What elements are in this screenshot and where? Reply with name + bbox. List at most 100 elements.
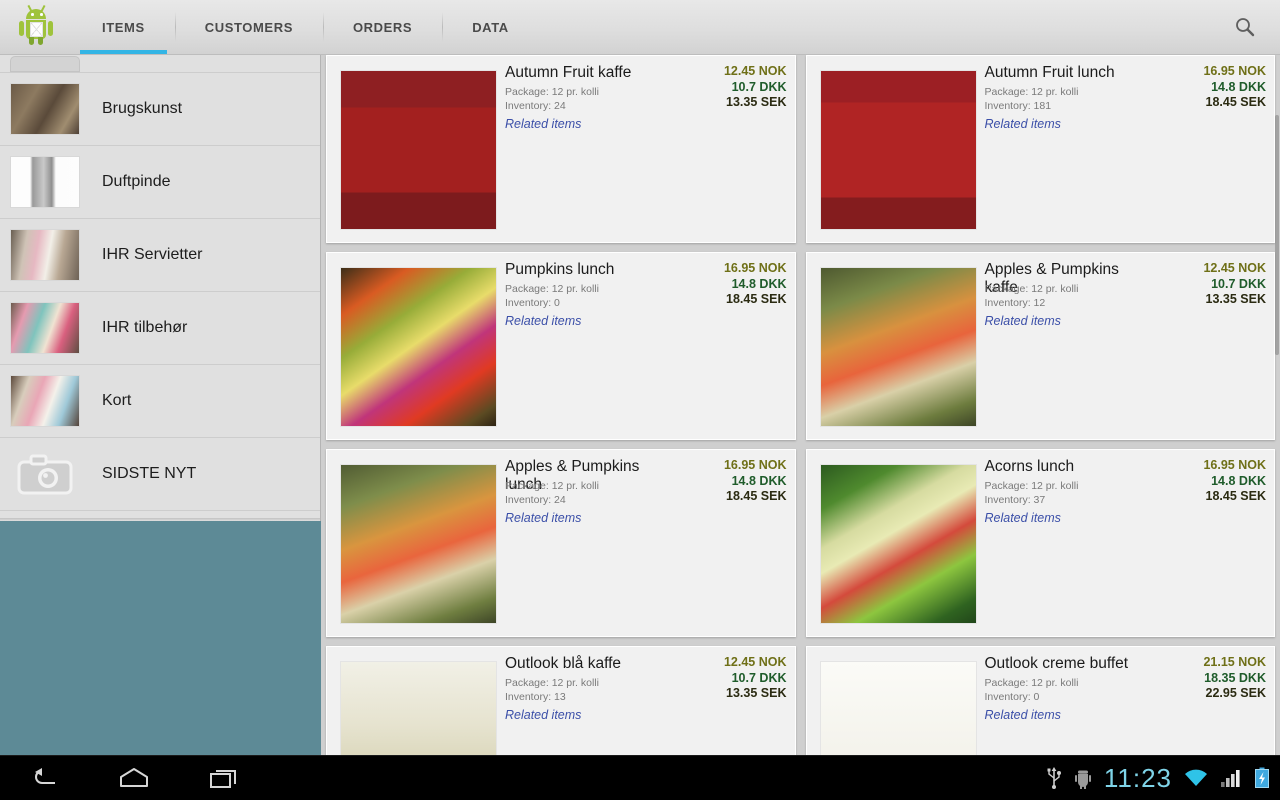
sidebar-item-ihr-servietter[interactable]: IHR Servietter (0, 219, 320, 292)
product-details: Apples & Pumpkins lunch Package: 12 pr. … (497, 450, 795, 636)
action-bar: ITEMS CUSTOMERS ORDERS DATA (0, 0, 1280, 55)
navigation-buttons (0, 762, 244, 794)
product-meta: Package: 12 pr. kolli Inventory: 24 (505, 479, 599, 507)
tab-items[interactable]: ITEMS (72, 0, 175, 54)
price-dkk: 10.7 DKK (1211, 276, 1266, 291)
usb-icon (1046, 766, 1062, 790)
battery-charging-icon (1254, 767, 1270, 789)
list-item-partial[interactable] (0, 55, 320, 73)
product-inventory: Inventory: 37 (984, 494, 1046, 506)
product-title: Autumn Fruit kaffe (505, 64, 632, 81)
product-inventory: Inventory: 13 (505, 691, 566, 703)
related-items-link[interactable]: Related items (985, 117, 1061, 131)
category-thumbnail (10, 56, 80, 72)
product-image (340, 267, 497, 427)
related-items-link[interactable]: Related items (505, 511, 581, 525)
product-prices: 16.95 NOK 14.8 DKK 18.45 SEK (724, 458, 787, 505)
tab-orders[interactable]: ORDERS (322, 0, 442, 54)
sidebar-item-label: IHR Servietter (102, 246, 203, 263)
product-details: Autumn Fruit lunch Package: 12 pr. kolli… (977, 56, 1275, 242)
vertical-scrollbar[interactable] (1275, 115, 1279, 355)
related-items-link[interactable]: Related items (985, 708, 1061, 722)
product-card-outlook-creme-buffet[interactable]: Outlook creme buffet Package: 12 pr. kol… (805, 646, 1275, 755)
product-image (819, 661, 977, 755)
product-package: Package: 12 pr. kolli (505, 86, 599, 98)
product-card-pumpkins-lunch[interactable]: Pumpkins lunch Package: 12 pr. kolli Inv… (326, 252, 796, 440)
price-dkk: 14.8 DKK (1211, 473, 1266, 488)
status-clock: 11:23 (1103, 762, 1172, 793)
price-nok: 12.45 NOK (723, 64, 787, 78)
product-inventory: Inventory: 0 (984, 691, 1040, 703)
product-grid: Autumn Fruit kaffe Package: 12 pr. kolli… (321, 55, 1280, 755)
duftpinde-thumbnail (10, 156, 80, 208)
system-navigation-bar: 11:23 (0, 755, 1280, 800)
grid-scroll-container[interactable]: Autumn Fruit kaffe Package: 12 pr. kolli… (321, 55, 1280, 755)
grid-row: Outlook blå kaffe Package: 12 pr. kolli … (321, 646, 1280, 755)
product-meta: Package: 12 pr. kolli Inventory: 0 (505, 282, 599, 310)
product-image (819, 70, 977, 230)
price-nok: 12.45 NOK (723, 655, 787, 669)
tab-data-label: DATA (472, 19, 509, 35)
tab-customers[interactable]: CUSTOMERS (174, 0, 323, 54)
product-details: Outlook creme buffet Package: 12 pr. kol… (977, 647, 1275, 755)
sidebar-item-duftpinde[interactable]: Duftpinde (0, 146, 320, 219)
status-icons: 11:23 (1046, 763, 1280, 794)
related-items-link[interactable]: Related items (985, 511, 1061, 525)
related-items-link[interactable]: Related items (985, 314, 1061, 328)
recent-apps-icon (210, 770, 236, 788)
sidebar-item-kort[interactable]: Kort (0, 365, 320, 438)
product-card-apples-pumpkins-kaffe[interactable]: Apples & Pumpkins kaffe Package: 12 pr. … (805, 252, 1275, 440)
product-card-outlook-bla-kaffe[interactable]: Outlook blå kaffe Package: 12 pr. kolli … (326, 646, 796, 755)
recent-apps-button[interactable] (204, 762, 244, 794)
category-list[interactable]: Brugskunst Duftpinde IHR Servietter IHR … (0, 55, 321, 521)
price-dkk: 14.8 DKK (731, 276, 787, 291)
product-inventory: Inventory: 24 (505, 494, 566, 506)
product-prices: 21.15 NOK 18.35 DKK 22.95 SEK (1203, 655, 1266, 702)
home-button[interactable] (114, 762, 154, 794)
price-sek: 18.45 SEK (1205, 95, 1266, 109)
grid-row: Apples & Pumpkins lunch Package: 12 pr. … (321, 449, 1280, 646)
product-card-apples-pumpkins-lunch[interactable]: Apples & Pumpkins lunch Package: 12 pr. … (326, 449, 796, 637)
product-title: Acorns lunch (984, 458, 1075, 475)
product-card-acorns-lunch[interactable]: Acorns lunch Package: 12 pr. kolli Inven… (805, 449, 1275, 637)
price-dkk: 10.7 DKK (731, 670, 787, 685)
tab-orders-label: ORDERS (352, 19, 413, 35)
price-dkk: 14.8 DKK (731, 473, 787, 488)
related-items-link[interactable]: Related items (505, 708, 581, 722)
price-nok: 16.95 NOK (1203, 64, 1266, 78)
related-items-link[interactable]: Related items (505, 117, 581, 131)
product-package: Package: 12 pr. kolli (984, 480, 1079, 492)
product-inventory: Inventory: 181 (984, 100, 1052, 112)
product-package: Package: 12 pr. kolli (984, 677, 1079, 689)
related-items-link[interactable]: Related items (505, 314, 581, 328)
product-prices: 12.45 NOK 10.7 DKK 13.35 SEK (724, 64, 787, 111)
product-details: Pumpkins lunch Package: 12 pr. kolli Inv… (497, 253, 795, 439)
product-prices: 12.45 NOK 10.7 DKK 13.35 SEK (724, 655, 787, 702)
sidebar-item-brugskunst[interactable]: Brugskunst (0, 73, 320, 146)
price-sek: 13.35 SEK (726, 686, 787, 700)
price-sek: 13.35 SEK (726, 95, 787, 109)
search-icon (1236, 18, 1255, 37)
sidebar-item-sidste-nyt[interactable]: SIDSTE NYT (0, 438, 320, 511)
product-meta: Package: 12 pr. kolli Inventory: 181 (985, 85, 1079, 113)
product-card-autumn-fruit-kaffe[interactable]: Autumn Fruit kaffe Package: 12 pr. kolli… (326, 55, 796, 243)
camera-placeholder-icon (10, 448, 80, 500)
product-meta: Package: 12 pr. kolli Inventory: 24 (505, 85, 599, 113)
brugskunst-thumbnail (10, 83, 80, 135)
search-button[interactable] (1210, 0, 1280, 54)
tablet-screen: ITEMS CUSTOMERS ORDERS DATA Brugskunst D… (0, 0, 1280, 800)
product-card-autumn-fruit-lunch[interactable]: Autumn Fruit lunch Package: 12 pr. kolli… (805, 55, 1275, 243)
sidebar-item-ihr-tilbehor[interactable]: IHR tilbehør (0, 292, 320, 365)
product-details: Acorns lunch Package: 12 pr. kolli Inven… (977, 450, 1275, 636)
price-dkk: 10.7 DKK (731, 79, 787, 94)
android-debug-icon (1074, 767, 1092, 789)
tab-data[interactable]: DATA (442, 0, 539, 54)
product-inventory: Inventory: 12 (984, 297, 1046, 309)
tab-bar: ITEMS CUSTOMERS ORDERS DATA (72, 0, 1210, 54)
navigation-drawer: Brugskunst Duftpinde IHR Servietter IHR … (0, 55, 321, 755)
back-button[interactable] (24, 762, 64, 794)
app-logo[interactable] (0, 0, 72, 54)
sidebar-item-label: Duftpinde (102, 173, 171, 190)
tab-items-label: ITEMS (102, 19, 145, 35)
product-title: Outlook blå kaffe (505, 655, 622, 672)
